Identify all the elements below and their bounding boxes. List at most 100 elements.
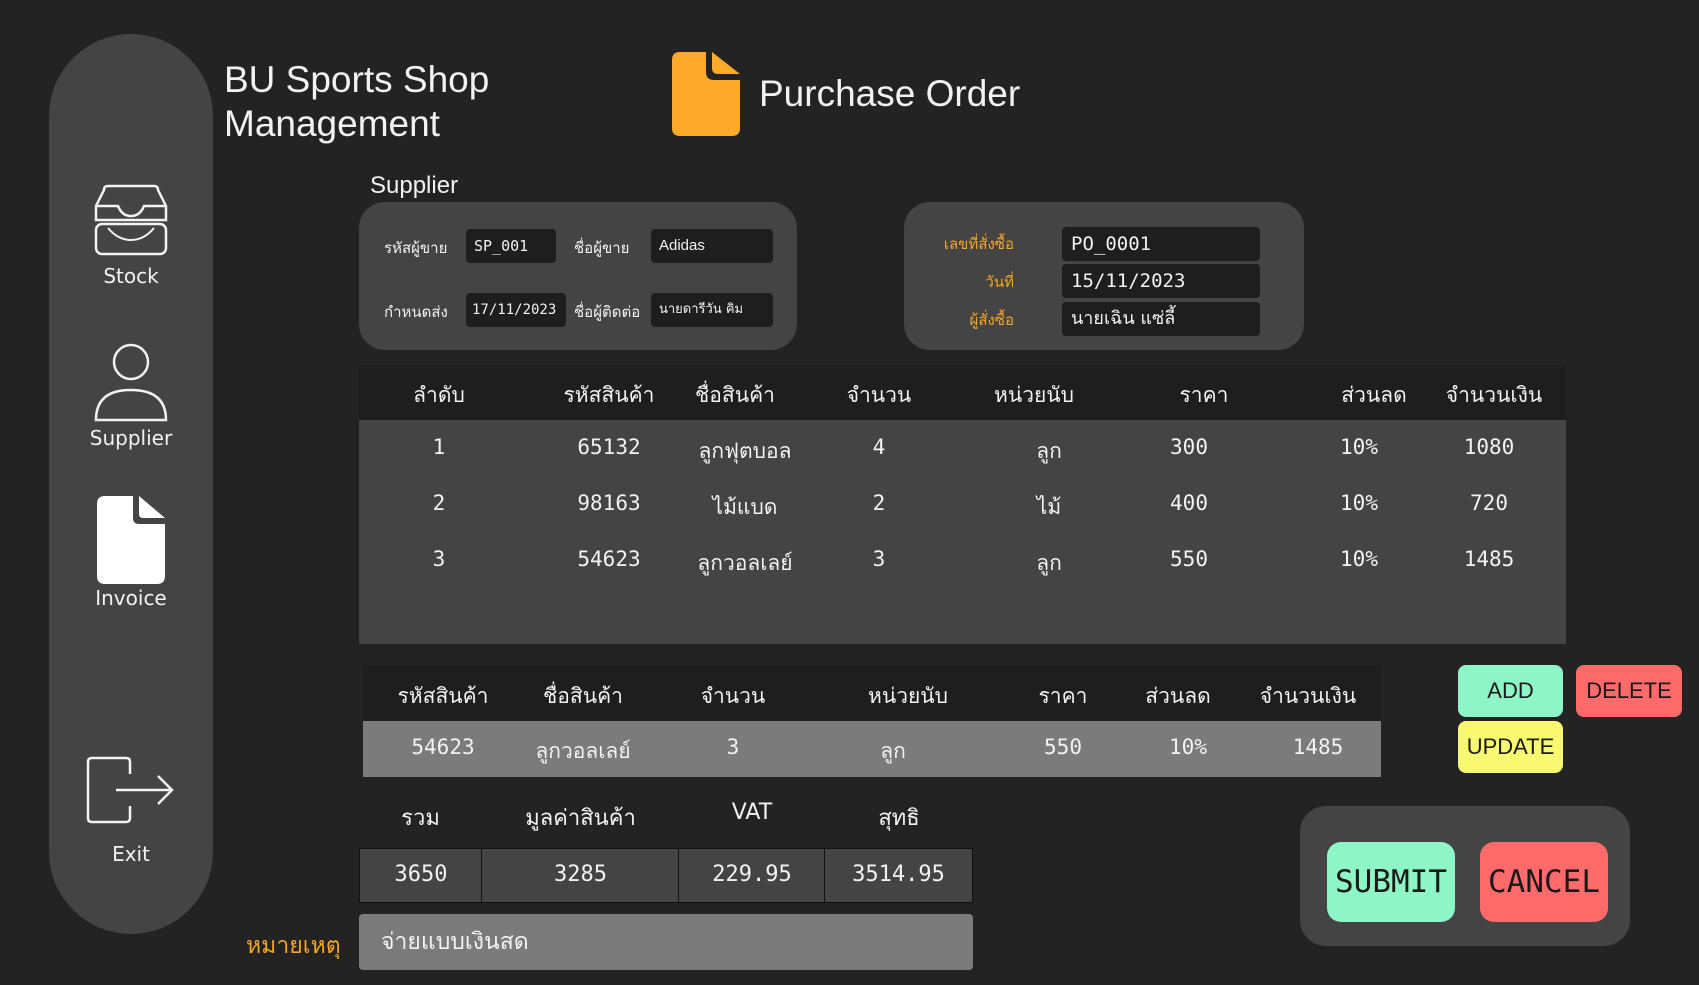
- sidebar-item-invoice[interactable]: Invoice: [49, 496, 213, 610]
- entry-discount[interactable]: 10%: [1133, 735, 1243, 759]
- entry-product-name[interactable]: ลูกวอลเลย์: [523, 735, 643, 768]
- supplier-name-label: ชื่อผู้ขาย: [574, 239, 630, 257]
- table-cell: ลูกวอลเลย์: [697, 551, 793, 575]
- column-header: ราคา: [1179, 383, 1229, 407]
- contact-field[interactable]: นายดารีวัน คิม: [651, 293, 773, 327]
- sidebar-item-label: Stock: [103, 264, 159, 288]
- column-header: จำนวนเงิน: [1445, 383, 1543, 407]
- vat-label: VAT: [731, 800, 773, 825]
- table-cell: ไม้แบด: [712, 495, 778, 519]
- add-button[interactable]: ADD: [1458, 665, 1563, 717]
- column-header: ลำดับ: [413, 383, 465, 407]
- table-cell: 400: [1170, 491, 1208, 515]
- table-cell: ลูก: [1036, 551, 1062, 575]
- sidebar: Stock Supplier Invoice Exit: [49, 34, 213, 934]
- column-header: จำนวน: [700, 684, 766, 708]
- cancel-button[interactable]: CANCEL: [1480, 842, 1608, 922]
- app-title-line1: BU Sports Shop: [224, 59, 490, 100]
- supplier-panel: รหัสผู้ขาย SP_001 ชื่อผู้ขาย Adidas กำหน…: [359, 202, 797, 350]
- sidebar-item-label: Exit: [112, 842, 150, 866]
- due-date-field[interactable]: 17/11/2023: [466, 293, 566, 327]
- column-header: ส่วนลด: [1145, 684, 1211, 708]
- submit-panel: SUBMIT CANCEL: [1300, 806, 1630, 946]
- total-label: รวม: [401, 806, 440, 831]
- net-label: สุทธิ: [878, 806, 920, 831]
- entry-price[interactable]: 550: [1013, 735, 1113, 759]
- sidebar-item-label: Invoice: [95, 586, 167, 610]
- table-cell: 300: [1170, 435, 1208, 459]
- exit-icon: [86, 756, 174, 824]
- entry-product-code[interactable]: 54623: [383, 735, 503, 759]
- page-title: Purchase Order: [759, 73, 1021, 114]
- supplier-name-field[interactable]: Adidas: [651, 229, 773, 263]
- sidebar-item-supplier[interactable]: Supplier: [49, 342, 213, 450]
- table-cell: 10%: [1340, 491, 1378, 515]
- table-cell: 2: [432, 491, 446, 515]
- table-cell: 1: [432, 435, 446, 459]
- column-header: จำนวน: [846, 383, 912, 407]
- column-header: ส่วนลด: [1341, 383, 1407, 407]
- due-date-label: กำหนดส่ง: [384, 303, 448, 321]
- supplier-code-label: รหัสผู้ขาย: [384, 239, 448, 257]
- column-header: จำนวนเงิน: [1259, 684, 1357, 708]
- user-icon: [94, 343, 168, 422]
- table-cell: 720: [1470, 491, 1508, 515]
- inbox-tray-icon: [94, 184, 168, 256]
- table-cell: 10%: [1340, 435, 1378, 459]
- update-button[interactable]: UPDATE: [1458, 721, 1563, 773]
- table-cell: ไม้: [1036, 495, 1062, 519]
- entry-table-header: รหัสสินค้า ชื่อสินค้า จำนวน หน่วยนับ ราค…: [363, 665, 1381, 721]
- entry-row[interactable]: 54623 ลูกวอลเลย์ 3 ลูก 550 10% 1485: [363, 721, 1381, 777]
- items-table-header: ลำดับ รหัสสินค้า ชื่อสินค้า จำนวน หน่วยน…: [359, 365, 1566, 420]
- column-header: ชื่อสินค้า: [695, 383, 775, 407]
- submit-button[interactable]: SUBMIT: [1327, 842, 1455, 922]
- po-number-field[interactable]: PO_0001: [1062, 227, 1260, 261]
- buyer-label: ผู้สั่งซื้อ: [969, 311, 1014, 329]
- sidebar-item-label: Supplier: [89, 426, 173, 450]
- items-table: ลำดับ รหัสสินค้า ชื่อสินค้า จำนวน หน่วยน…: [359, 365, 1566, 644]
- po-number-label: เลขที่สั่งซื้อ: [943, 235, 1014, 253]
- table-cell: 54623: [577, 547, 641, 571]
- table-cell: 1080: [1463, 435, 1515, 459]
- buyer-field[interactable]: นายเฉิน แซ่ลี้: [1062, 302, 1260, 336]
- entry-quantity[interactable]: 3: [683, 735, 783, 759]
- app-title: BU Sports Shop Management: [224, 58, 489, 146]
- note-field[interactable]: จ่ายแบบเงินสด: [359, 914, 973, 970]
- table-cell: 98163: [577, 491, 641, 515]
- table-cell: 3: [872, 547, 886, 571]
- order-date-label: วันที่: [985, 273, 1014, 291]
- subtotal-label: มูลค่าสินค้า: [525, 806, 636, 831]
- document-icon: [672, 52, 740, 142]
- table-cell: 550: [1170, 547, 1208, 571]
- column-header: ชื่อสินค้า: [543, 684, 623, 708]
- delete-button[interactable]: DELETE: [1576, 665, 1682, 717]
- contact-label: ชื่อผู้ติดต่อ: [574, 303, 641, 321]
- vat-value: 229.95: [678, 848, 826, 903]
- table-cell: 3: [432, 547, 446, 571]
- order-panel: เลขที่สั่งซื้อ PO_0001 วันที่ 15/11/2023…: [904, 202, 1304, 350]
- order-date-field[interactable]: 15/11/2023: [1062, 264, 1260, 298]
- net-value: 3514.95: [824, 848, 973, 903]
- document-icon: [97, 496, 165, 584]
- table-cell: ลูก: [1036, 439, 1062, 463]
- table-cell: 1485: [1463, 547, 1515, 571]
- column-header: รหัสสินค้า: [563, 383, 655, 407]
- table-cell: 2: [872, 491, 886, 515]
- sidebar-item-exit[interactable]: Exit: [49, 756, 213, 866]
- table-cell: 65132: [577, 435, 641, 459]
- entry-unit[interactable]: ลูก: [853, 735, 933, 768]
- supplier-section-label: Supplier: [370, 172, 459, 199]
- table-cell: 10%: [1340, 547, 1378, 571]
- column-header: หน่วยนับ: [994, 383, 1074, 407]
- table-cell: 4: [872, 435, 886, 459]
- note-label: หมายเหตุ: [246, 933, 341, 959]
- entry-amount[interactable]: 1485: [1263, 735, 1373, 759]
- table-cell: ลูกฟุตบอล: [698, 439, 792, 463]
- supplier-code-field[interactable]: SP_001: [466, 229, 556, 263]
- column-header: ราคา: [1038, 684, 1088, 708]
- total-value: 3650: [359, 848, 483, 903]
- subtotal-value: 3285: [481, 848, 680, 903]
- column-header: รหัสสินค้า: [397, 684, 489, 708]
- app-title-line2: Management: [224, 103, 440, 144]
- sidebar-item-stock[interactable]: Stock: [49, 184, 213, 288]
